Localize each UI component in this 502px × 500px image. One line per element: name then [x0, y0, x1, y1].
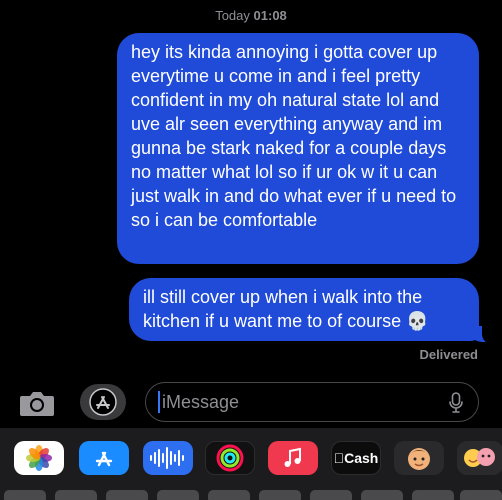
keyboard-key[interactable]	[55, 490, 97, 500]
music-icon	[284, 447, 301, 467]
message-input[interactable]: iMessage	[145, 382, 479, 422]
cash-label: Cash	[338, 450, 378, 466]
microphone-icon[interactable]	[448, 392, 464, 414]
keyboard-key[interactable]	[208, 490, 250, 500]
timestamp-day: Today	[215, 8, 250, 23]
fitness-app-button[interactable]	[205, 441, 255, 475]
keyboard-key[interactable]	[259, 490, 301, 500]
app-store-icon	[95, 451, 113, 467]
message-text: hey its kinda annoying i gotta cover up …	[131, 42, 457, 230]
message-timestamp: Today 01:08	[0, 8, 502, 23]
keyboard-key[interactable]	[361, 490, 403, 500]
app-store-icon	[89, 388, 117, 416]
fitness-icon	[216, 444, 244, 472]
memoji-app-button[interactable]	[394, 441, 444, 475]
camera-icon	[20, 392, 54, 416]
audio-message-icon	[150, 447, 184, 469]
apps-button[interactable]	[80, 384, 126, 420]
memoji-stickers-app-button[interactable]	[457, 441, 502, 475]
delivery-status: Delivered	[419, 347, 478, 362]
keyboard-key[interactable]	[157, 490, 199, 500]
audio-message-app-button[interactable]	[143, 441, 193, 475]
memoji-stickers-icon	[464, 448, 495, 467]
music-app-button[interactable]	[268, 441, 318, 475]
photos-icon	[26, 445, 52, 471]
memoji-icon	[408, 448, 430, 470]
sent-message-bubble[interactable]: ill still cover up when i walk into the …	[129, 278, 479, 341]
timestamp-time: 01:08	[253, 8, 287, 23]
message-placeholder: iMessage	[162, 391, 240, 412]
keyboard-key[interactable]	[310, 490, 352, 500]
keyboard-top-row	[0, 490, 502, 500]
camera-button[interactable]	[17, 385, 57, 421]
app-store-app-button[interactable]	[79, 441, 129, 475]
keyboard-key[interactable]	[4, 490, 46, 500]
text-caret	[158, 391, 160, 413]
apple-cash-icon: 	[334, 450, 345, 466]
sent-message-bubble[interactable]: hey its kinda annoying i gotta cover up …	[117, 33, 479, 264]
apple-cash-app-button[interactable]:  Cash	[331, 441, 381, 475]
message-text: ill still cover up when i walk into the …	[143, 287, 429, 331]
keyboard-key[interactable]	[106, 490, 148, 500]
photos-app-button[interactable]	[14, 441, 64, 475]
keyboard-key[interactable]	[412, 490, 454, 500]
keyboard-key[interactable]	[460, 490, 502, 500]
